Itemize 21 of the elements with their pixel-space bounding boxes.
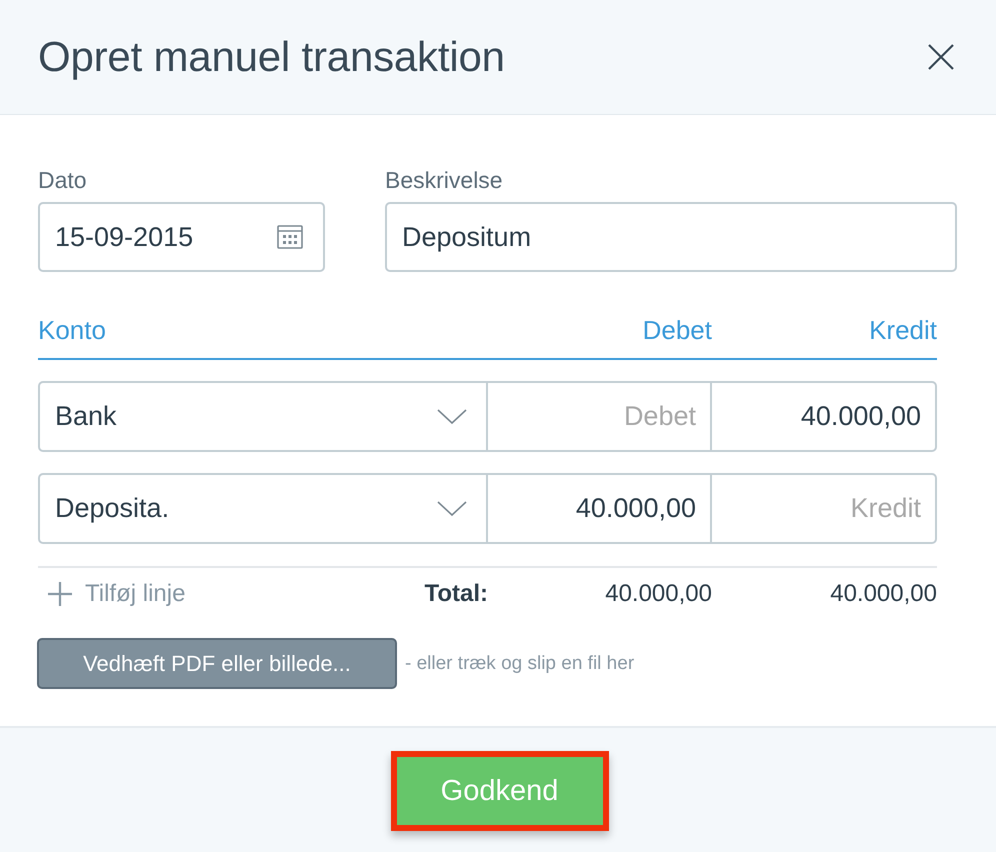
total-label: Total: [424,580,488,608]
calendar-icon[interactable] [277,225,303,249]
drop-hint: - eller træk og slip en fil her [405,652,634,674]
field-label: Beskrivelse [385,167,504,193]
debit-field[interactable]: 40.000,00 [488,473,712,544]
plus-icon [47,581,73,607]
close-icon[interactable] [926,42,956,72]
column-header: Debet [642,314,712,346]
field-label: Dato [38,167,88,193]
account-select[interactable]: Bank [38,381,488,452]
dialog-title: Opret manuel transaktion [38,33,505,81]
column-header: Kredit [868,314,937,346]
date-field[interactable]: 15-09-2015 [38,202,325,272]
account-select[interactable]: Deposita. [38,473,488,544]
credit-total: 40.000,00 [829,580,937,608]
column-header: Konto [38,314,107,346]
chevron-down-icon [437,408,467,424]
credit-field[interactable]: 40.000,00 [712,381,937,452]
chevron-down-icon [437,500,467,516]
description-field[interactable]: Depositum [385,202,957,272]
debit-total: 40.000,00 [604,580,712,608]
